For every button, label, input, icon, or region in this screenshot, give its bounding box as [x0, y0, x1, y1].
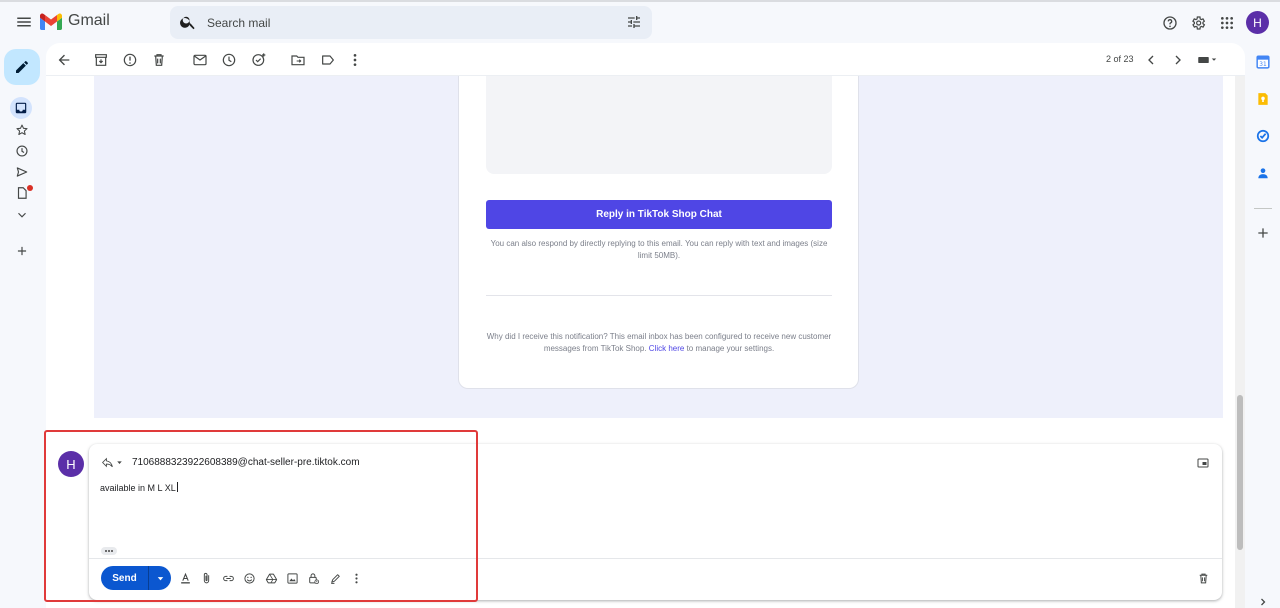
insert-signature-pen-icon[interactable] — [324, 567, 346, 589]
mark-unread-mail-icon[interactable] — [188, 48, 212, 72]
search-bar[interactable]: Search mail — [170, 6, 652, 39]
send-options-dropdown[interactable] — [149, 566, 171, 590]
settings-gear-icon[interactable] — [1186, 11, 1210, 35]
reply-in-tiktok-shop-chat-button[interactable]: Reply in TikTok Shop Chat — [486, 200, 832, 229]
back-arrow-icon[interactable] — [52, 48, 76, 72]
message-preview-image — [486, 76, 832, 174]
insert-emoji-icon[interactable] — [238, 567, 260, 589]
chevron-down-icon[interactable] — [10, 203, 34, 227]
gmail-logo[interactable]: Gmail — [40, 12, 110, 30]
recipient-address[interactable]: 7106888323922608389@chat-seller-pre.tikt… — [132, 457, 360, 468]
show-trimmed-content-button[interactable] — [101, 547, 117, 555]
reply-body-text: available in M L XL — [100, 483, 176, 493]
google-contacts-icon[interactable] — [1254, 164, 1272, 182]
side-panel-divider — [1254, 208, 1272, 209]
google-keep-icon[interactable] — [1254, 90, 1272, 108]
more-options-vertical-icon[interactable] — [345, 567, 367, 589]
reply-note-text: You can also respond by directly replyin… — [490, 239, 828, 260]
insert-photo-icon[interactable] — [281, 567, 303, 589]
archive-icon[interactable] — [89, 48, 113, 72]
search-icon[interactable] — [179, 13, 197, 31]
sender-avatar: H — [58, 451, 84, 477]
window-top-border — [0, 0, 1280, 2]
help-icon[interactable] — [1158, 11, 1182, 35]
reply-arrow-icon — [102, 457, 113, 468]
google-drive-icon[interactable] — [260, 567, 282, 589]
scrollbar-thumb[interactable] — [1237, 395, 1243, 550]
pagination-count: 2 of 23 — [1106, 54, 1134, 64]
search-options-icon[interactable] — [626, 14, 642, 30]
message-toolbar: 2 of 23 — [46, 43, 1245, 76]
svg-text:31: 31 — [1259, 62, 1267, 68]
caret-down-icon — [157, 576, 163, 580]
attach-file-paperclip-icon[interactable] — [195, 567, 217, 589]
manage-settings-link[interactable]: Click here — [649, 344, 685, 353]
drafts-notification-dot — [27, 185, 33, 191]
footer-suffix: to manage your settings. — [686, 344, 775, 353]
label-tag-icon[interactable] — [316, 48, 340, 72]
add-to-tasks-icon[interactable] — [247, 48, 271, 72]
delete-trash-icon[interactable] — [147, 48, 171, 72]
notification-footer: Why did I receive this notification? Thi… — [479, 331, 839, 355]
compose-divider — [89, 558, 1222, 559]
input-tools-keyboard-icon[interactable] — [1194, 48, 1222, 72]
add-label-plus-icon[interactable] — [10, 239, 34, 263]
move-to-folder-icon[interactable] — [286, 48, 310, 72]
reply-compose-box: 7106888323922608389@chat-seller-pre.tikt… — [89, 444, 1222, 600]
send-button[interactable]: Send — [101, 566, 148, 590]
gmail-m-icon — [40, 13, 62, 30]
search-input[interactable]: Search mail — [207, 16, 270, 30]
caret-down-icon — [117, 461, 122, 464]
snooze-clock-icon[interactable] — [217, 48, 241, 72]
inbox-icon[interactable] — [10, 97, 32, 119]
pencil-icon — [16, 61, 28, 73]
report-spam-icon[interactable] — [118, 48, 142, 72]
show-side-panel-chevron-icon[interactable] — [1257, 596, 1269, 608]
reply-body-input[interactable]: available in M L XL — [100, 482, 178, 493]
message-view: 2 of 23 Reply in TikTok Shop Chat You ca… — [46, 43, 1245, 608]
pop-out-reply-icon[interactable] — [1197, 457, 1209, 469]
discard-draft-trash-icon[interactable] — [1194, 569, 1212, 587]
more-options-vertical-icon[interactable] — [343, 48, 367, 72]
google-apps-icon[interactable] — [1215, 11, 1239, 35]
compose-button[interactable] — [4, 49, 40, 85]
chevron-right-icon[interactable] — [1166, 48, 1190, 72]
get-add-ons-plus-icon[interactable] — [1254, 224, 1272, 242]
insert-link-icon[interactable] — [217, 567, 239, 589]
confidential-mode-lock-icon[interactable] — [302, 567, 324, 589]
google-calendar-icon[interactable]: 31 — [1254, 53, 1272, 71]
send-button-group: Send — [101, 566, 171, 590]
reply-type-dropdown[interactable] — [101, 456, 124, 469]
account-avatar[interactable]: H — [1246, 11, 1269, 34]
text-cursor — [176, 482, 178, 492]
main-menu-icon[interactable] — [12, 10, 36, 34]
card-divider — [486, 295, 832, 296]
google-tasks-icon[interactable] — [1254, 127, 1272, 145]
formatting-options-icon[interactable] — [174, 567, 196, 589]
tiktok-notification-card: Reply in TikTok Shop Chat You can also r… — [458, 76, 859, 389]
chevron-left-icon[interactable] — [1139, 48, 1163, 72]
gmail-wordmark: Gmail — [68, 12, 110, 29]
